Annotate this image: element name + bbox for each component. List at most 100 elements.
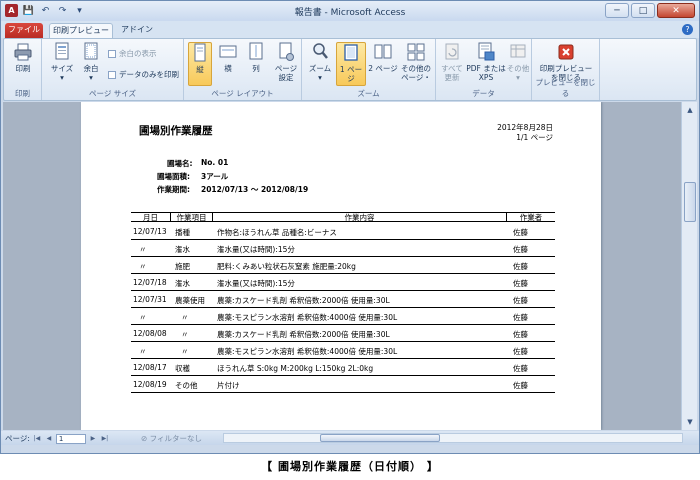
size-button[interactable]: サイズ ▾ [48, 42, 76, 82]
refresh-all-button[interactable]: すべて 更新 [438, 42, 466, 82]
cell-work-item: その他 [175, 381, 198, 390]
margin-button[interactable]: 余白 ▾ [78, 42, 104, 82]
table-row: 〃 施肥 肥料:くみあい粒状石灰窒素 施肥量:20kg 佐藤 [131, 257, 555, 274]
filter-icon: ⊘ [141, 434, 150, 443]
landscape-button[interactable]: 横 [216, 42, 240, 73]
tab-print-preview[interactable]: 印刷プレビュー [49, 23, 113, 38]
cell-content: 片付け [217, 381, 240, 390]
data-only-checkbox[interactable]: データのみを印刷 [108, 69, 179, 80]
page-setup-label-1: ページ [274, 64, 298, 73]
table-row: 12/07/13 播種 作物名:ほうれん草 品種名:ビーナス 佐藤 [131, 223, 555, 240]
next-page-icon[interactable]: ▶ [88, 434, 98, 444]
refresh-all-label-2: 更新 [444, 73, 460, 82]
cell-worker: 佐藤 [513, 381, 528, 390]
vertical-scroll-thumb[interactable] [684, 182, 696, 222]
data-other-label: その他 [506, 64, 530, 73]
more-pages-button[interactable]: その他の ページ・ [400, 42, 432, 82]
one-page-icon [342, 43, 360, 63]
title-bar: A 💾 ↶ ↷ ▾ 報告書 - Microsoft Access ─ □ ✕ [1, 1, 699, 21]
cell-content: 農薬:カスケード乳剤 希釈倍数:2000倍 使用量:30L [217, 330, 390, 339]
group-close-preview: 印刷プレビュー を閉じる プレビューを閉じる [532, 39, 600, 100]
data-other-icon [509, 42, 527, 62]
pdf-xps-button[interactable]: PDF または XPS [466, 42, 506, 82]
page-number-input[interactable]: 1 [55, 433, 86, 444]
help-icon[interactable]: ? [682, 24, 693, 35]
table-row: 〃 潅水 潅水量(又は時間):15分 佐藤 [131, 240, 555, 257]
group-page-size-label: ページ サイズ [88, 89, 136, 98]
group-zoom-label: ズーム [357, 89, 380, 98]
portrait-button[interactable]: 縦 [188, 42, 212, 86]
one-page-button[interactable]: 1 ページ [336, 42, 366, 86]
ribbon-tabs: ファイル 印刷プレビュー アドイン ? [1, 21, 699, 38]
period-label: 作業期間: [157, 185, 190, 194]
table-row: 12/08/08 〃 農薬:カスケード乳剤 希釈倍数:2000倍 使用量:30L 佐藤 [131, 325, 555, 342]
print-button[interactable]: 印刷 [10, 42, 36, 73]
data-other-button[interactable]: その他 ▾ [506, 42, 530, 82]
two-pages-label: 2 ページ [368, 64, 398, 73]
cell-content: ほうれん草 S:0kg M:200kg L:150kg 2L:0kg [217, 364, 374, 373]
tab-file[interactable]: ファイル [5, 23, 43, 38]
minimize-button[interactable]: ─ [605, 3, 629, 18]
tab-addin[interactable]: アドイン [117, 23, 157, 38]
margin-dropdown-icon: ▾ [89, 73, 93, 82]
preview-area[interactable]: 圃場別作業履歴 2012年8月28日 1/1 ページ 圃場名: No. 01 圃… [3, 102, 681, 430]
landscape-label: 横 [224, 64, 232, 73]
cell-date: 〃 [139, 245, 147, 254]
scroll-up-icon[interactable]: ▲ [684, 104, 696, 116]
horizontal-scrollbar[interactable] [223, 433, 683, 443]
group-page-layout-label: ページ レイアウト [211, 89, 274, 98]
window-title: 報告書 - Microsoft Access [294, 8, 406, 18]
close-preview-icon [557, 42, 575, 62]
vertical-scrollbar[interactable]: ▲ ▼ [681, 102, 697, 430]
period-value: 2012/07/13 ～ 2012/08/19 [201, 185, 309, 194]
group-page-layout: 縦 横 列 ページ 設定 ページ レイアウト [184, 39, 302, 100]
table-header: 月日 作業項目 作業内容 作業者 [131, 212, 555, 222]
page-setup-button[interactable]: ページ 設定 [272, 42, 300, 82]
cell-work-item: 農薬使用 [175, 296, 205, 305]
two-pages-button[interactable]: 2 ページ [368, 42, 398, 73]
cell-date: 12/08/17 [133, 363, 167, 372]
status-bar: ページ: |◀ ◀ 1 ▶ ▶| ⊘ フィルターなし [1, 431, 699, 445]
filter-status[interactable]: ⊘ フィルターなし [141, 433, 202, 444]
cell-content: 農薬:モスピラン水溶剤 希釈倍数:4000倍 使用量:30L [217, 347, 398, 356]
cell-content: 肥料:くみあい粒状石灰窒素 施肥量:20kg [217, 262, 356, 271]
page-setup-label-2: 設定 [278, 73, 294, 82]
show-margin-checkbox[interactable]: 余白の表示 [108, 48, 157, 59]
cell-worker: 佐藤 [513, 313, 528, 322]
refresh-icon [443, 42, 461, 62]
cell-date: 12/08/19 [133, 380, 167, 389]
last-page-icon[interactable]: ▶| [100, 434, 110, 444]
close-preview-label-1: 印刷プレビュー [539, 64, 593, 73]
cell-work-item: 収穫 [175, 364, 190, 373]
table-row: 12/07/31 農薬使用 農薬:カスケード乳剤 希釈倍数:2000倍 使用量:30… [131, 291, 555, 308]
close-button[interactable]: ✕ [657, 3, 695, 18]
maximize-button[interactable]: □ [631, 3, 655, 18]
magnifier-icon [311, 42, 329, 62]
cell-worker: 佐藤 [513, 296, 528, 305]
data-only-check[interactable] [108, 70, 116, 79]
horizontal-scroll-thumb[interactable] [320, 434, 440, 442]
zoom-label: ズーム [308, 64, 332, 73]
show-margin-check[interactable] [108, 49, 116, 58]
group-print-label: 印刷 [15, 89, 30, 98]
table-row: 〃 〃 農薬:モスピラン水溶剤 希釈倍数:4000倍 使用量:30L 佐藤 [131, 308, 555, 325]
show-margin-label: 余白の表示 [119, 49, 157, 58]
group-zoom: ズーム ▾ 1 ページ 2 ページ その他の ページ・ ズーム [302, 39, 436, 100]
cell-worker: 佐藤 [513, 262, 528, 271]
cell-work-item: 施肥 [175, 262, 190, 271]
cell-content: 潅水量(又は時間):15分 [217, 245, 295, 254]
page-setup-icon [277, 42, 295, 62]
landscape-icon [219, 42, 237, 62]
first-page-icon[interactable]: |◀ [32, 434, 42, 444]
cell-worker: 佐藤 [513, 279, 528, 288]
cell-work-item: 潅水 [175, 279, 190, 288]
cell-work-item: 〃 [181, 313, 189, 322]
scroll-down-icon[interactable]: ▼ [684, 416, 696, 428]
group-page-size: サイズ ▾ 余白 ▾ 余白の表示 データのみを印刷 ページ サイズ [42, 39, 184, 100]
paper-size-icon [53, 42, 71, 62]
prev-page-icon[interactable]: ◀ [44, 434, 54, 444]
columns-button[interactable]: 列 [244, 42, 268, 73]
access-window: A 💾 ↶ ↷ ▾ 報告書 - Microsoft Access ─ □ ✕ フ… [0, 0, 700, 454]
zoom-button[interactable]: ズーム ▾ [306, 42, 334, 82]
close-preview-button[interactable]: 印刷プレビュー を閉じる [536, 42, 596, 82]
